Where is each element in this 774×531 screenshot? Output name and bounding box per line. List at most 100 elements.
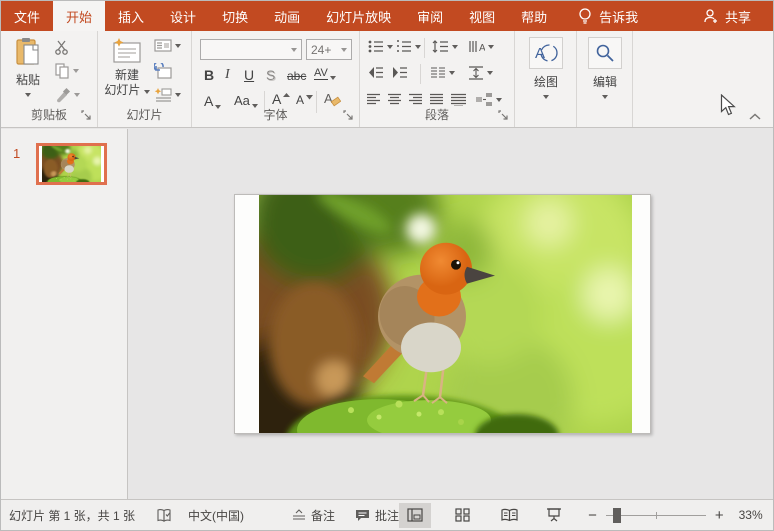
clipboard-group: 粘贴 剪贴板 [1,31,98,127]
comments-button[interactable]: 批注 [355,507,399,524]
font-dialog-launcher[interactable] [343,110,355,122]
text-direction-button[interactable]: A [468,40,494,53]
tab-file[interactable]: 文件 [1,1,53,31]
tab-animations[interactable]: 动画 [261,1,313,31]
underline-button[interactable]: U [244,67,254,83]
numbering-button[interactable] [396,40,421,53]
drawing-dropdown-arrow[interactable] [543,95,549,99]
smartart-dropdown-arrow[interactable] [496,98,502,102]
zoom-in-button[interactable]: + [711,507,728,524]
character-spacing-button[interactable]: AV [314,67,336,80]
zoom-slider[interactable] [606,503,706,528]
slide-thumbnails-panel: 1 [1,129,128,499]
justify-button[interactable] [429,93,444,106]
increase-indent-button[interactable] [392,66,408,79]
clipboard-dialog-launcher[interactable] [81,110,93,122]
zoom-slider-center-tick [656,512,657,519]
align-center-button[interactable] [387,93,402,106]
slide-editing-area[interactable] [129,129,773,499]
columns-button[interactable] [430,66,455,79]
distribute-button[interactable] [450,93,467,106]
character-spacing-dropdown-arrow[interactable] [330,76,336,80]
convert-smartart-button[interactable] [475,92,502,107]
align-text-button[interactable] [468,66,493,80]
tab-design[interactable]: 设计 [157,1,209,31]
columns-dropdown-arrow[interactable] [449,71,455,75]
new-slide-button[interactable]: 新建 幻灯片 [104,37,150,98]
text-direction-dropdown-arrow[interactable] [488,45,494,49]
language-button[interactable]: 中文(中国) [188,507,244,524]
collapse-ribbon-button[interactable] [749,113,761,121]
numbering-dropdown-arrow[interactable] [415,45,421,49]
paste-button[interactable]: 粘贴 [7,37,49,97]
tab-view[interactable]: 视图 [456,1,508,31]
zoom-out-button[interactable]: − [584,507,601,524]
section-button[interactable] [154,87,181,102]
editing-dropdown-arrow[interactable] [602,95,608,99]
format-painter-button[interactable] [55,87,80,103]
slide-1[interactable] [234,194,651,434]
tab-help[interactable]: 帮助 [508,1,560,31]
text-shadow-button[interactable]: S [266,67,275,83]
zoom-percentage[interactable]: 33% [739,508,763,522]
align-left-button[interactable] [366,93,381,106]
copy-dropdown-arrow[interactable] [73,69,79,73]
line-spacing-dropdown-arrow[interactable] [452,45,458,49]
font-name-combobox[interactable] [200,39,302,60]
increase-font-size-button[interactable]: A [272,91,290,107]
tab-home[interactable]: 开始 [53,1,105,31]
slide-layout-button[interactable] [154,39,181,52]
tab-review[interactable]: 审阅 [404,1,456,31]
layout-icon [154,39,172,52]
strikethrough-button[interactable]: abc [287,69,306,83]
reset-slide-button[interactable] [154,63,172,79]
share-button[interactable]: 共享 [689,1,765,31]
numbering-icon [396,40,412,53]
slide-sorter-view-button[interactable] [446,503,478,528]
ribbon-tab-bar: 文件 开始 插入 设计 切换 动画 幻灯片放映 审阅 视图 帮助 告诉我 共享 [1,1,773,31]
drawing-group: A 绘图 [515,31,577,127]
scissors-icon [55,40,71,55]
font-name-dropdown-arrow[interactable] [291,48,297,52]
notes-button[interactable]: 备注 [292,507,335,524]
ribbon: 粘贴 剪贴板 [1,31,773,128]
paste-dropdown-arrow[interactable] [25,93,31,97]
text-direction-icon: A [468,40,485,53]
drawing-button[interactable]: A 绘图 [528,37,564,99]
bullets-button[interactable] [368,40,393,53]
smartart-icon [475,92,493,107]
bold-button[interactable]: B [204,67,214,83]
zoom-slider-thumb[interactable] [613,508,621,523]
line-spacing-button[interactable] [432,40,458,53]
slideshow-view-button[interactable] [538,503,570,528]
new-slide-dropdown-arrow[interactable] [144,90,150,94]
align-text-dropdown-arrow[interactable] [487,71,493,75]
decrease-indent-button[interactable] [368,66,384,79]
format-painter-dropdown-arrow[interactable] [74,93,80,97]
paragraph-dialog-launcher[interactable] [498,110,510,122]
tab-slideshow[interactable]: 幻灯片放映 [313,1,404,31]
spell-check-button[interactable] [157,508,172,523]
align-right-button[interactable] [408,93,423,106]
decrease-font-size-button[interactable]: A [296,93,313,107]
editing-button[interactable]: 编辑 [587,37,623,99]
search-icon [588,37,622,69]
font-size-combobox[interactable]: 24+ [306,39,352,60]
bullets-dropdown-arrow[interactable] [387,45,393,49]
cut-button[interactable] [55,40,71,55]
tab-transitions[interactable]: 切换 [209,1,261,31]
bird-picture[interactable] [259,195,632,433]
new-slide-label-1: 新建 [115,68,139,83]
reading-view-icon [501,508,518,522]
normal-view-button[interactable] [399,503,431,528]
font-size-dropdown-arrow[interactable] [341,48,347,52]
italic-button[interactable]: I [225,67,230,83]
reading-view-button[interactable] [493,503,525,528]
tab-insert[interactable]: 插入 [105,1,157,31]
section-dropdown-arrow[interactable] [175,93,181,97]
copy-button[interactable] [55,63,79,79]
slide-1-thumbnail[interactable] [36,143,107,185]
clipboard-icon [15,37,41,67]
tell-me-box[interactable]: 告诉我 [568,1,648,31]
layout-dropdown-arrow[interactable] [175,44,181,48]
